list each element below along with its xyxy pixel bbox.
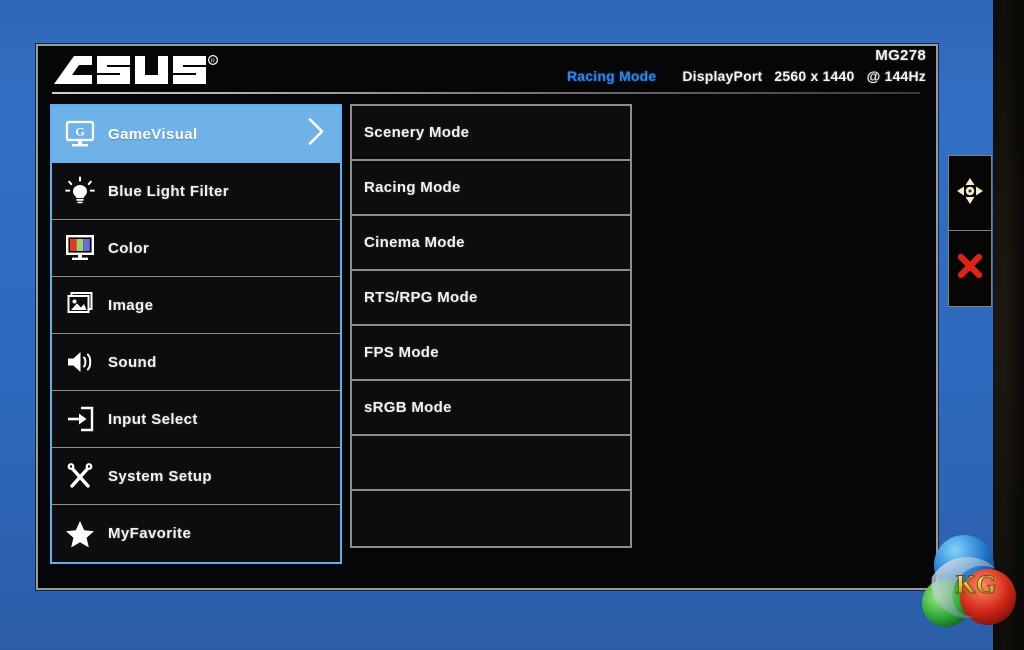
osd-submenu-gamevisual: Scenery Mode Racing Mode Cinema Mode RTS… <box>350 104 632 548</box>
sidebar-item-label: Color <box>108 239 150 257</box>
submenu-item-cinema-mode[interactable]: Cinema Mode <box>352 216 630 271</box>
gamevisual-monitor-icon: G <box>52 120 108 148</box>
svg-text:G: G <box>75 125 84 139</box>
osd-main-menu: G GameVisual Blue Light Filter Color Ima… <box>50 104 342 564</box>
sidebar-item-label: Input Select <box>108 410 198 428</box>
svg-text:R: R <box>211 59 215 65</box>
close-osd-button[interactable] <box>949 231 991 306</box>
picture-stack-icon <box>52 291 108 319</box>
sidebar-item-myfavorite[interactable]: MyFavorite <box>52 505 340 562</box>
osd-header: R MG278 Racing Mode DisplayPort 2560 x 1… <box>38 46 936 102</box>
monitor-screenshot: R MG278 Racing Mode DisplayPort 2560 x 1… <box>0 0 1024 650</box>
submenu-item-racing-mode[interactable]: Racing Mode <box>352 161 630 216</box>
submenu-item-empty-1[interactable] <box>352 436 630 491</box>
refresh-rate-label: @ 144Hz <box>866 68 926 84</box>
sidebar-item-image[interactable]: Image <box>52 277 340 334</box>
lightbulb-icon <box>52 176 108 206</box>
sidebar-item-label: GameVisual <box>108 125 198 143</box>
submenu-item-srgb-mode[interactable]: sRGB Mode <box>352 381 630 436</box>
sidebar-item-label: MyFavorite <box>108 525 192 542</box>
sidebar-item-label: Image <box>108 296 154 314</box>
sidebar-item-sound[interactable]: Sound <box>52 334 340 391</box>
submenu-item-empty-2[interactable] <box>352 491 630 546</box>
sidebar-item-system-setup[interactable]: System Setup <box>52 448 340 505</box>
monitor-model: MG278 <box>875 47 926 64</box>
input-arrow-icon <box>52 405 108 433</box>
kitguru-logo: KG <box>916 525 1016 635</box>
resolution-label: 2560 x 1440 <box>774 68 855 84</box>
signal-info: DisplayPort 2560 x 1440 @ 144Hz <box>682 69 926 83</box>
header-info: MG278 Racing Mode DisplayPort 2560 x 144… <box>567 48 926 83</box>
color-bars-monitor-icon <box>52 234 108 262</box>
sidebar-item-blue-light-filter[interactable]: Blue Light Filter <box>52 163 340 220</box>
submenu-item-scenery-mode[interactable]: Scenery Mode <box>352 106 630 161</box>
sidebar-item-gamevisual[interactable]: G GameVisual <box>52 106 340 163</box>
submenu-item-rts-rpg-mode[interactable]: RTS/RPG Mode <box>352 271 630 326</box>
close-x-icon <box>955 251 985 286</box>
input-source-label: DisplayPort <box>682 68 763 84</box>
sidebar-item-label: Sound <box>108 353 157 371</box>
submenu-item-fps-mode[interactable]: FPS Mode <box>352 326 630 381</box>
header-divider <box>52 92 920 94</box>
sidebar-item-input-select[interactable]: Input Select <box>52 391 340 448</box>
chevron-right-icon <box>306 117 326 152</box>
four-way-arrow-icon <box>955 176 985 211</box>
asus-logo: R <box>52 54 220 88</box>
speaker-icon <box>52 348 108 376</box>
navigation-dpad-button[interactable] <box>949 156 991 231</box>
sidebar-item-label: Blue Light Filter <box>108 182 229 200</box>
osd-panel: R MG278 Racing Mode DisplayPort 2560 x 1… <box>36 44 938 590</box>
svg-text:KG: KG <box>956 570 996 599</box>
sidebar-item-label: System Setup <box>108 467 212 485</box>
osd-hardware-button-hints <box>948 155 992 307</box>
star-icon <box>52 519 108 549</box>
sidebar-item-color[interactable]: Color <box>52 220 340 277</box>
wrench-screwdriver-icon <box>52 461 108 491</box>
current-mode-label: Racing Mode <box>567 68 657 84</box>
